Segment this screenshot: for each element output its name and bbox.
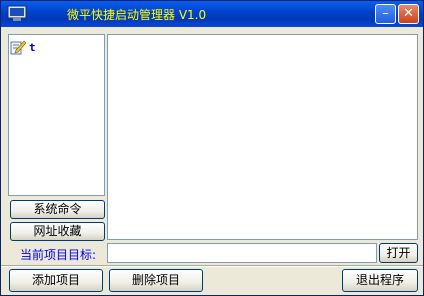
document-pencil-icon	[10, 40, 26, 55]
exit-button[interactable]: 退出程序	[342, 269, 418, 292]
target-path-field[interactable]	[107, 243, 377, 263]
tree-item[interactable]: t	[10, 39, 36, 55]
title-bar[interactable]: 微平快捷启动管理器 V1.0 – ✕	[1, 1, 423, 27]
tree-item-label: t	[29, 40, 36, 54]
open-button[interactable]: 打开	[379, 243, 418, 263]
main-window: 微平快捷启动管理器 V1.0 – ✕ t 系统命令 网址收藏 当前项目目标: 打…	[0, 0, 424, 296]
system-commands-button[interactable]: 系统命令	[10, 200, 105, 219]
delete-item-button[interactable]: 删除项目	[109, 269, 203, 292]
monitor-icon	[7, 5, 27, 21]
window-title: 微平快捷启动管理器 V1.0	[67, 8, 207, 22]
close-button[interactable]: ✕	[398, 4, 419, 24]
separator	[1, 265, 423, 267]
add-item-button[interactable]: 添加项目	[9, 269, 103, 292]
target-label: 当前项目目标:	[20, 248, 97, 262]
detail-list[interactable]	[107, 34, 418, 240]
url-favorites-button[interactable]: 网址收藏	[10, 222, 105, 241]
minimize-button[interactable]: –	[375, 4, 396, 24]
item-tree[interactable]: t	[8, 34, 105, 196]
